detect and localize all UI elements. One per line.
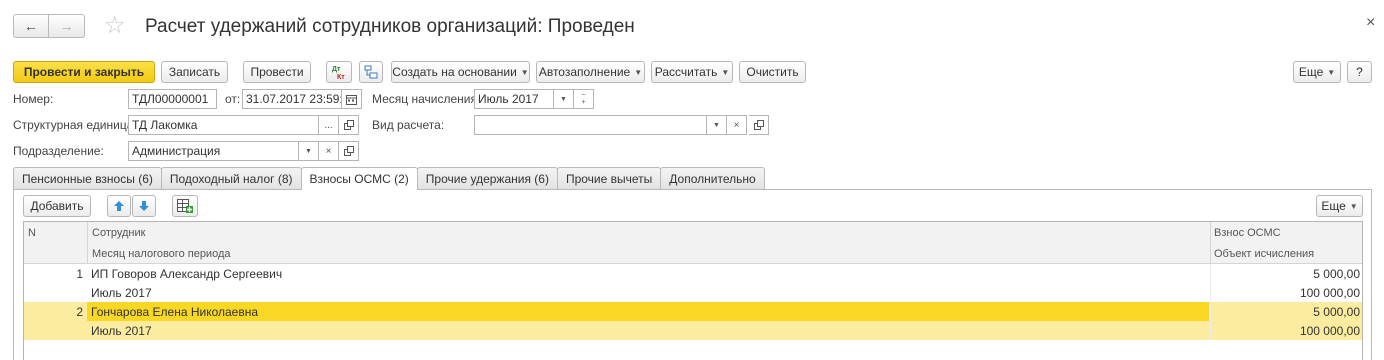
back-button[interactable]: ← [13, 14, 49, 38]
withholding-table: N Сотрудник Месяц налогового периода Взн… [23, 221, 1363, 360]
move-up-button[interactable] [107, 195, 131, 217]
month-spin-icon[interactable]: – + [574, 89, 594, 109]
clear-x-icon[interactable]: × [319, 141, 339, 161]
svg-text:Кт: Кт [337, 74, 345, 80]
department-field[interactable]: Администрация [128, 141, 299, 161]
dt-kt-icon: Дт Кт [332, 66, 345, 80]
calc-type-label: Вид расчета: [372, 118, 445, 132]
contribution-cell[interactable]: 5 000,00 [1210, 302, 1362, 321]
month-field[interactable]: Июль 2017 [474, 89, 554, 109]
employee-cell[interactable]: ИП Говоров Александр Сергеевич [87, 264, 1210, 283]
help-button[interactable]: ? [1347, 61, 1372, 83]
table-row[interactable]: 1 ИП Говоров Александр Сергеевич 5 000,0… [24, 264, 1362, 283]
table-add-icon [177, 199, 193, 213]
column-header-contribution[interactable]: Взнос ОСМС [1210, 222, 1362, 243]
arrow-down-icon [139, 201, 149, 211]
clear-button[interactable]: Очистить [739, 61, 806, 83]
create-based-on-button[interactable]: Создать на основании ▼ [391, 61, 530, 83]
tax-month-cell[interactable]: Июль 2017 [87, 321, 1210, 340]
column-header-employee[interactable]: Сотрудник [88, 222, 1210, 243]
tab-bar: Пенсионные взносы (6) Подоходный налог (… [13, 167, 765, 190]
add-rows-button[interactable] [172, 195, 198, 217]
department-label: Подразделение: [13, 144, 104, 158]
date-label: от: [225, 92, 241, 106]
more-button[interactable]: Еще ▼ [1293, 61, 1341, 83]
tab-income-tax[interactable]: Подоходный налог (8) [160, 167, 302, 189]
tab-pension[interactable]: Пенсионные взносы (6) [13, 167, 162, 189]
autofill-button[interactable]: Автозаполнение ▼ [536, 61, 645, 83]
dropdown-caret-icon: ▼ [520, 67, 529, 77]
unit-label: Структурная единица: [13, 118, 137, 132]
open-icon[interactable] [339, 115, 359, 135]
favorite-star-icon[interactable]: ☆ [104, 13, 126, 39]
calculate-button[interactable]: Рассчитать ▼ [651, 61, 733, 83]
row-number: 2 [76, 304, 83, 319]
save-button[interactable]: Записать [161, 61, 228, 83]
column-header-n[interactable]: N [24, 222, 87, 243]
select-ellipsis-icon[interactable]: ... [319, 115, 339, 135]
dropdown-caret-icon: ▼ [721, 67, 730, 77]
arrow-left-icon: ← [24, 18, 38, 34]
table-more-button[interactable]: Еще ▼ [1316, 195, 1363, 217]
tab-additional[interactable]: Дополнительно [660, 167, 765, 189]
hierarchy-icon [364, 65, 378, 79]
clear-x-icon[interactable]: × [727, 115, 747, 135]
tax-month-cell[interactable]: Июль 2017 [87, 283, 1210, 302]
open-icon[interactable] [339, 141, 359, 161]
number-label: Номер: [13, 92, 54, 106]
post-button[interactable]: Провести [243, 61, 311, 83]
employee-cell[interactable]: Гончарова Елена Николаевна [87, 302, 1209, 321]
calc-type-field[interactable] [474, 115, 707, 135]
base-cell[interactable]: 100 000,00 [1210, 283, 1362, 302]
tab-other-reductions[interactable]: Прочие вычеты [556, 167, 662, 189]
column-header-base[interactable]: Объект исчисления [1210, 243, 1362, 264]
add-button[interactable]: Добавить [23, 195, 91, 217]
page-title: Расчет удержаний сотрудников организаций… [145, 16, 635, 37]
open-icon[interactable] [749, 115, 769, 135]
column-divider [87, 222, 88, 264]
tab-other-deductions[interactable]: Прочие удержания (6) [416, 167, 558, 189]
dropdown-caret-icon: ▼ [1349, 201, 1358, 211]
month-label: Месяц начисления: [372, 92, 481, 106]
dt-kt-button[interactable]: Дт Кт [326, 61, 352, 83]
column-header-tax-month[interactable]: Месяц налогового периода [88, 243, 1210, 264]
date-field[interactable]: 31.07.2017 23:59:59 [242, 89, 342, 109]
base-cell[interactable]: 100 000,00 [1210, 321, 1362, 340]
row-number: 1 [76, 266, 83, 281]
post-and-close-button[interactable]: Провести и закрыть [13, 61, 155, 83]
column-divider [1210, 264, 1211, 340]
table-row-selected[interactable]: 2 Гончарова Елена Николаевна 5 000,00 [24, 302, 1362, 321]
number-field[interactable]: ТДЛ00000001 [128, 89, 217, 109]
move-down-button[interactable] [132, 195, 156, 217]
arrow-up-icon [114, 201, 124, 211]
column-divider [1210, 222, 1211, 264]
table-row-sub[interactable]: Июль 2017 100 000,00 [24, 283, 1362, 302]
close-icon[interactable]: × [1366, 14, 1375, 32]
dropdown-caret-icon: ▼ [1327, 67, 1336, 77]
structure-button[interactable] [359, 61, 383, 83]
tab-osms[interactable]: Взносы ОСМС (2) [300, 167, 418, 190]
table-header: N Сотрудник Месяц налогового периода Взн… [24, 222, 1362, 264]
table-row-sub-selected[interactable]: Июль 2017 100 000,00 [24, 321, 1362, 340]
calendar-icon[interactable] [342, 89, 362, 109]
dropdown-caret-icon[interactable]: ▼ [299, 141, 319, 161]
forward-button[interactable]: → [49, 14, 85, 38]
dropdown-caret-icon[interactable]: ▼ [554, 89, 574, 109]
dropdown-caret-icon[interactable]: ▼ [707, 115, 727, 135]
dropdown-caret-icon: ▼ [634, 67, 643, 77]
arrow-right-icon: → [59, 18, 74, 34]
contribution-cell[interactable]: 5 000,00 [1210, 264, 1362, 283]
svg-text:Дт: Дт [332, 66, 341, 73]
title-bar: ← → ☆ Расчет удержаний сотрудников орган… [0, 0, 1384, 56]
navigation-buttons: ← → [13, 14, 85, 38]
unit-field[interactable]: ТД Лакомка [128, 115, 319, 135]
